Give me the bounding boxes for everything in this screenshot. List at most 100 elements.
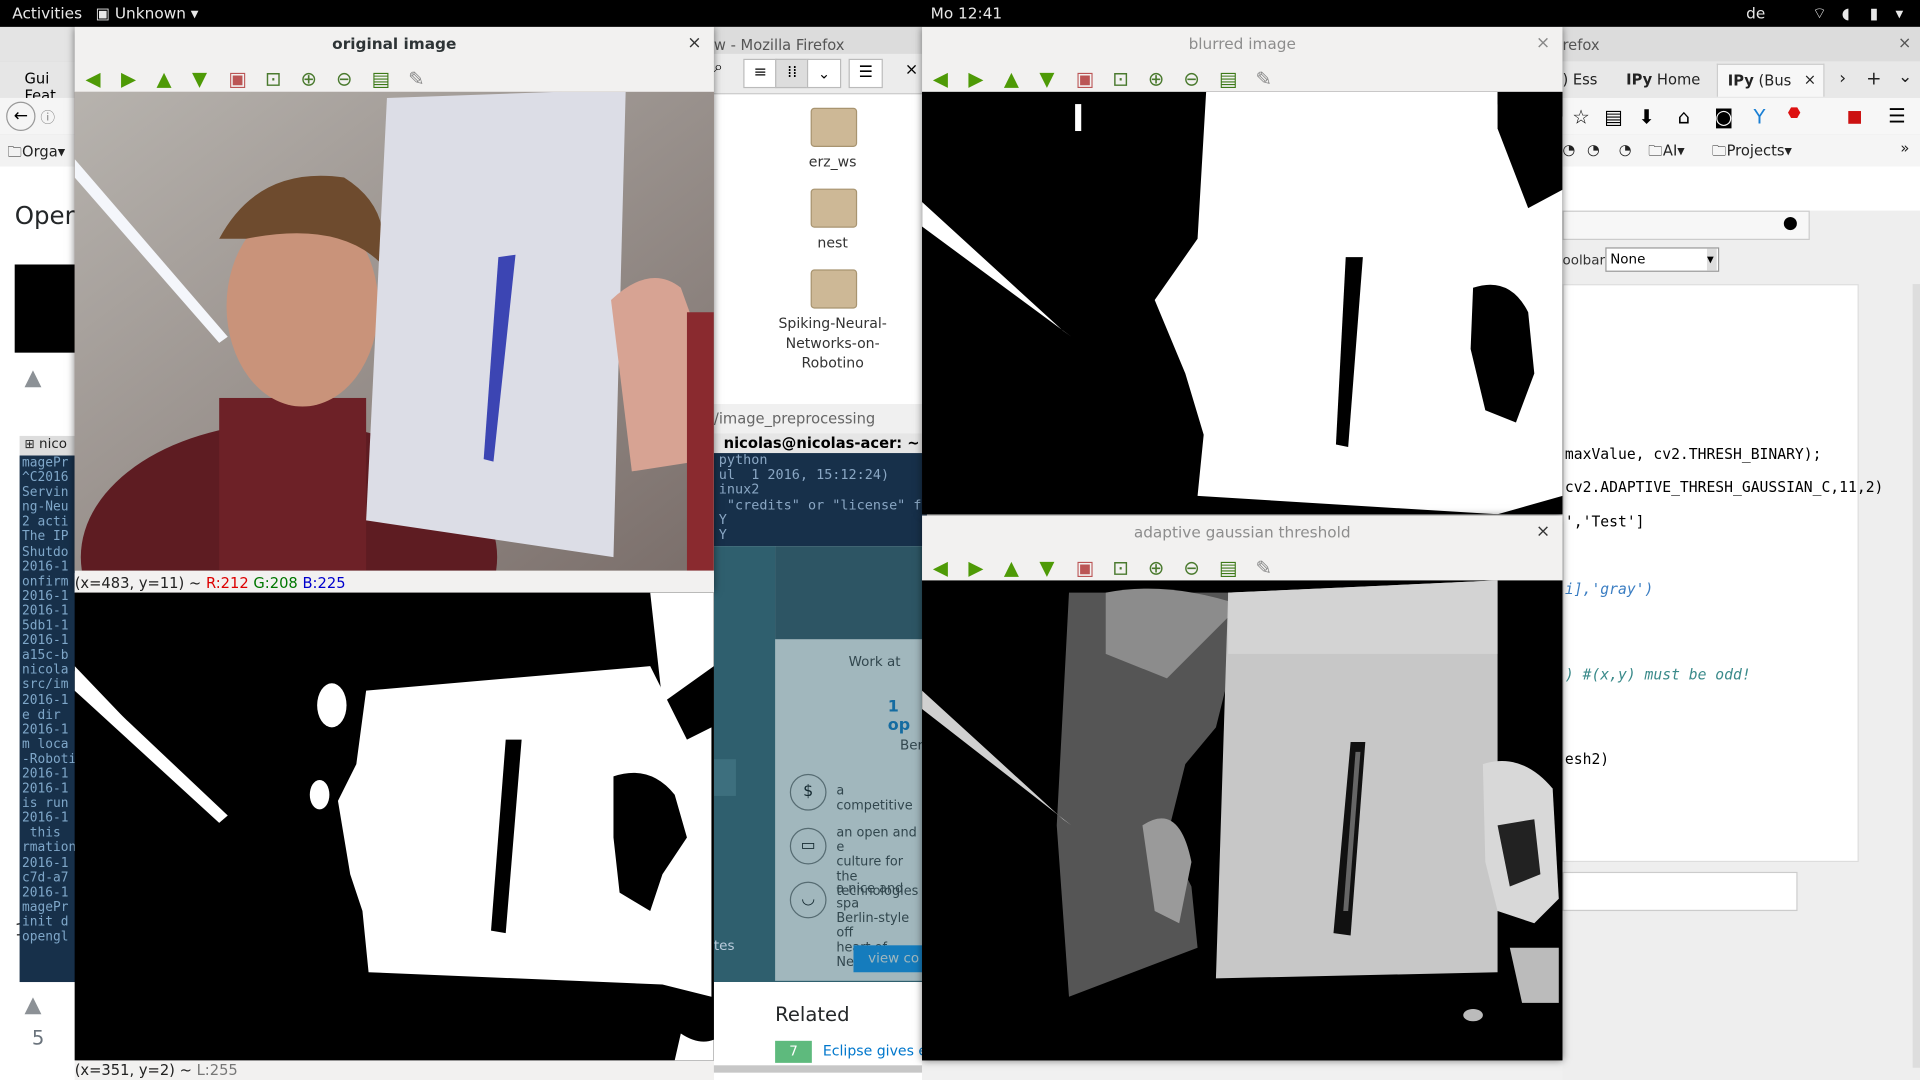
grid-view-icon[interactable]: ⁞⁞ xyxy=(775,58,810,89)
volume-icon[interactable]: ◖ xyxy=(1842,4,1850,22)
empty-code-cell[interactable] xyxy=(1562,871,1798,912)
home-icon[interactable]: ⌂ xyxy=(1678,105,1690,128)
terminal-line: 5db1-1 xyxy=(22,618,69,634)
zoom-in-icon[interactable]: ⊕ xyxy=(1144,66,1168,90)
zoom-out-icon[interactable]: ⊖ xyxy=(1179,66,1203,90)
image-icon[interactable]: ▣ xyxy=(1073,555,1097,579)
terminal-line: rmation xyxy=(22,840,77,856)
horizontal-scrollbar[interactable] xyxy=(713,1065,923,1073)
zoom-out-icon[interactable]: ⊖ xyxy=(1179,555,1203,579)
menu-icon[interactable]: ☰ xyxy=(1888,104,1906,127)
terminal-line: magePr xyxy=(22,899,69,915)
list-view-icon[interactable]: ≡ xyxy=(743,58,778,89)
terminal-output-left[interactable]: magePr ^C2016 Servin ng-Neu 2 acti The IP Shut… xyxy=(19,455,79,983)
openings-label[interactable]: 1 op xyxy=(888,698,922,735)
zoom-in-icon[interactable]: ⊕ xyxy=(1144,555,1168,579)
search-icon[interactable]: ⌕ xyxy=(714,59,738,86)
arrow-left-icon[interactable]: ◀ xyxy=(928,555,952,579)
bookmark-orga[interactable]: 🗀Orga▾ xyxy=(7,141,65,167)
app-menu[interactable]: ▣ Unknown ▾ xyxy=(96,4,199,22)
properties-icon[interactable]: ✎ xyxy=(1251,66,1275,90)
bookmark-icon[interactable]: ◔ xyxy=(1562,141,1575,158)
arrow-right-icon[interactable]: ▶ xyxy=(116,66,140,90)
bookmark-icon[interactable]: ◔ xyxy=(1587,141,1600,158)
addon-icon[interactable]: ◼ xyxy=(1847,104,1863,127)
save-icon[interactable]: ▤ xyxy=(1216,66,1240,90)
save-icon[interactable]: ▤ xyxy=(1216,555,1240,579)
bookmark-folder-projects[interactable]: 🗀Projects▾ xyxy=(1712,140,1792,166)
battery-icon[interactable]: ▮ xyxy=(1870,4,1878,22)
scrollbar[interactable] xyxy=(1912,284,1920,1068)
folder-icon[interactable] xyxy=(810,269,858,309)
reading-list-icon[interactable]: ▤ xyxy=(1604,105,1623,128)
arrow-down-icon[interactable]: ▼ xyxy=(1035,555,1059,579)
tab-home[interactable]: IPy Home xyxy=(1626,71,1700,88)
folder-label[interactable]: erz_ws xyxy=(765,152,900,172)
tab-busy-active[interactable]: IPy (Bus × xyxy=(1716,63,1825,97)
new-tab-icon[interactable]: + xyxy=(1866,67,1881,89)
arrow-right-icon[interactable]: ▶ xyxy=(964,66,988,90)
terminal-line: 2016-1 xyxy=(22,588,69,604)
close-icon[interactable]: × xyxy=(687,33,701,53)
lang-switch[interactable]: de xyxy=(1746,4,1765,22)
image-icon[interactable]: ▣ xyxy=(225,66,249,90)
folder-icon[interactable] xyxy=(810,188,858,228)
activities-button[interactable]: Activities xyxy=(12,4,82,22)
image-icon[interactable]: ▣ xyxy=(1073,66,1097,90)
code-cell[interactable]: maxValue, cv2.THRESH_BINARY); cv2.ADAPTIV… xyxy=(1562,284,1883,863)
terminal-output-middle[interactable]: python ul 1 2016, 15:12:24) inux2 "credits… xyxy=(713,453,927,547)
toolbar-label: oolbar: xyxy=(1562,252,1610,269)
download-icon[interactable]: ⬇ xyxy=(1638,105,1654,128)
zoom-fit-icon[interactable]: ⊡ xyxy=(1108,66,1132,90)
info-icon[interactable]: ⓘ xyxy=(40,107,55,128)
terminal-titlebar: nicolas@nicolas-acer: ~ 72x35 xyxy=(713,433,975,454)
zoom-in-icon[interactable]: ⊕ xyxy=(296,66,320,90)
star-icon[interactable]: ☆ xyxy=(1572,105,1590,128)
terminal-line: inux2 xyxy=(718,481,760,498)
arrow-up-icon[interactable]: ▲ xyxy=(999,66,1023,90)
menu-icon[interactable]: ☰ xyxy=(848,58,883,89)
arrow-down-icon[interactable]: ▼ xyxy=(187,66,211,90)
zoom-out-icon[interactable]: ⊖ xyxy=(332,66,356,90)
pocket-icon[interactable]: ◙ xyxy=(1714,105,1733,128)
arrow-left-icon[interactable]: ◀ xyxy=(928,66,952,90)
chevron-down-icon[interactable]: ⌄ xyxy=(1898,67,1912,87)
bookmark-icon[interactable]: ◔ xyxy=(1619,141,1632,158)
page-image xyxy=(14,264,76,353)
terminal-line: "credits" or "license" fo xyxy=(718,496,927,513)
close-icon[interactable]: × xyxy=(1898,34,1911,52)
close-icon[interactable]: × xyxy=(1536,33,1550,53)
adblock-icon[interactable]: ⬣ xyxy=(1788,104,1801,121)
arrow-up-icon[interactable]: ▲ xyxy=(152,66,176,90)
vote-up-icon[interactable]: ▲ xyxy=(24,365,41,391)
arrow-down-icon[interactable]: ▼ xyxy=(1035,66,1059,90)
terminal-line: Y xyxy=(718,511,727,528)
properties-icon[interactable]: ✎ xyxy=(1251,555,1275,579)
folder-icon[interactable] xyxy=(810,107,858,147)
properties-icon[interactable]: ✎ xyxy=(404,66,428,90)
chevron-down-icon[interactable]: ⌄ xyxy=(806,58,842,89)
wifi-icon[interactable]: ⌔ xyxy=(1812,4,1826,24)
chevron-more-icon[interactable]: » xyxy=(1900,140,1909,157)
tab-essentials[interactable]: ) Ess xyxy=(1562,71,1597,88)
close-icon[interactable]: × xyxy=(1536,522,1550,542)
app-icon: ▣ xyxy=(95,3,110,23)
zoom-fit-icon[interactable]: ⊡ xyxy=(1108,555,1132,579)
arrow-up-icon[interactable]: ▲ xyxy=(999,555,1023,579)
vote-up-icon-2[interactable]: ▲ xyxy=(24,992,41,1018)
arrow-right-icon[interactable]: ▶ xyxy=(964,555,988,579)
folder-label[interactable]: nest xyxy=(765,233,900,253)
arrow-left-icon[interactable]: ◀ xyxy=(81,66,105,90)
zoom-fit-icon[interactable]: ⊡ xyxy=(261,66,285,90)
folder-label[interactable]: Spiking-Neural- Networks-on- Robotino xyxy=(765,313,900,372)
system-menu-icon[interactable]: ▾ xyxy=(1896,4,1904,22)
back-button[interactable]: ← xyxy=(6,101,36,132)
cell-toolbar-select[interactable]: None ▾ xyxy=(1605,247,1720,272)
save-icon[interactable]: ▤ xyxy=(369,66,393,90)
clock[interactable]: Mo 12:41 xyxy=(931,4,1003,22)
close-icon[interactable]: × xyxy=(905,61,918,79)
chevron-right-icon[interactable]: › xyxy=(1839,69,1846,89)
extension-icon[interactable]: Y xyxy=(1753,105,1765,128)
bookmark-folder-ai[interactable]: 🗀AI▾ xyxy=(1648,140,1684,166)
close-tab-icon[interactable]: × xyxy=(1804,71,1816,88)
